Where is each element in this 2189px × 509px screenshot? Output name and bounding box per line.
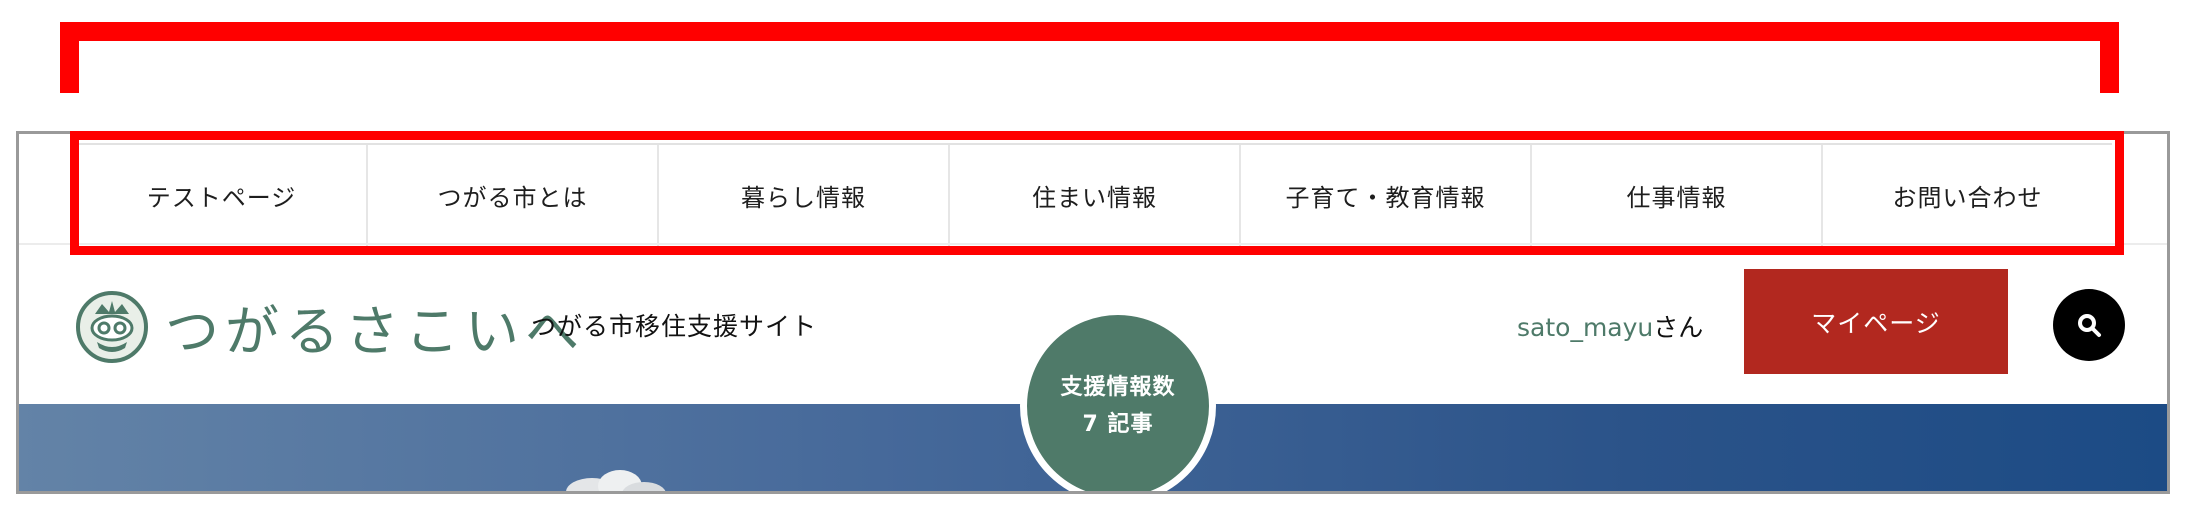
header-divider <box>19 243 2167 245</box>
annotation-bracket-top <box>60 22 2119 41</box>
support-info-count-badge[interactable]: 支援情報数 7 記事 <box>1020 308 1216 491</box>
user-name[interactable]: sato_mayu <box>1517 313 1653 342</box>
nav-item-contact[interactable]: お問い合わせ <box>1823 145 2112 246</box>
search-button[interactable] <box>2053 289 2125 361</box>
mypage-button[interactable]: マイページ <box>1744 269 2008 374</box>
nav-item-about-city[interactable]: つがる市とは <box>368 145 659 246</box>
user-greeting: sato_mayuさん <box>1517 308 1703 344</box>
browser-viewport: テストページ つがる市とは 暮らし情報 住まい情報 子育て・教育情報 仕事情報 … <box>16 131 2170 494</box>
user-honorific: さん <box>1653 313 1704 342</box>
hero-cloud-image <box>566 470 666 491</box>
search-icon <box>2078 314 2101 337</box>
annotation-bracket-right <box>2100 22 2119 93</box>
mascot-logo-icon <box>76 290 148 363</box>
nav-item-living[interactable]: 暮らし情報 <box>659 145 950 246</box>
logo-text: つがるさこいへ <box>165 300 585 363</box>
site-logo[interactable]: つがるさこいへ <box>75 287 585 366</box>
badge-count: 7 記事 <box>1082 412 1154 437</box>
badge-title: 支援情報数 <box>1060 375 1176 400</box>
nav-item-test-page[interactable]: テストページ <box>77 145 368 246</box>
nav-item-housing[interactable]: 住まい情報 <box>950 145 1241 246</box>
nav-item-childcare-education[interactable]: 子育て・教育情報 <box>1241 145 1532 246</box>
global-nav: テストページ つがる市とは 暮らし情報 住まい情報 子育て・教育情報 仕事情報 … <box>77 143 2112 248</box>
annotation-bracket-left <box>60 22 79 93</box>
site-name: つがる市移住支援サイト <box>531 312 818 341</box>
nav-item-jobs[interactable]: 仕事情報 <box>1532 145 1823 246</box>
